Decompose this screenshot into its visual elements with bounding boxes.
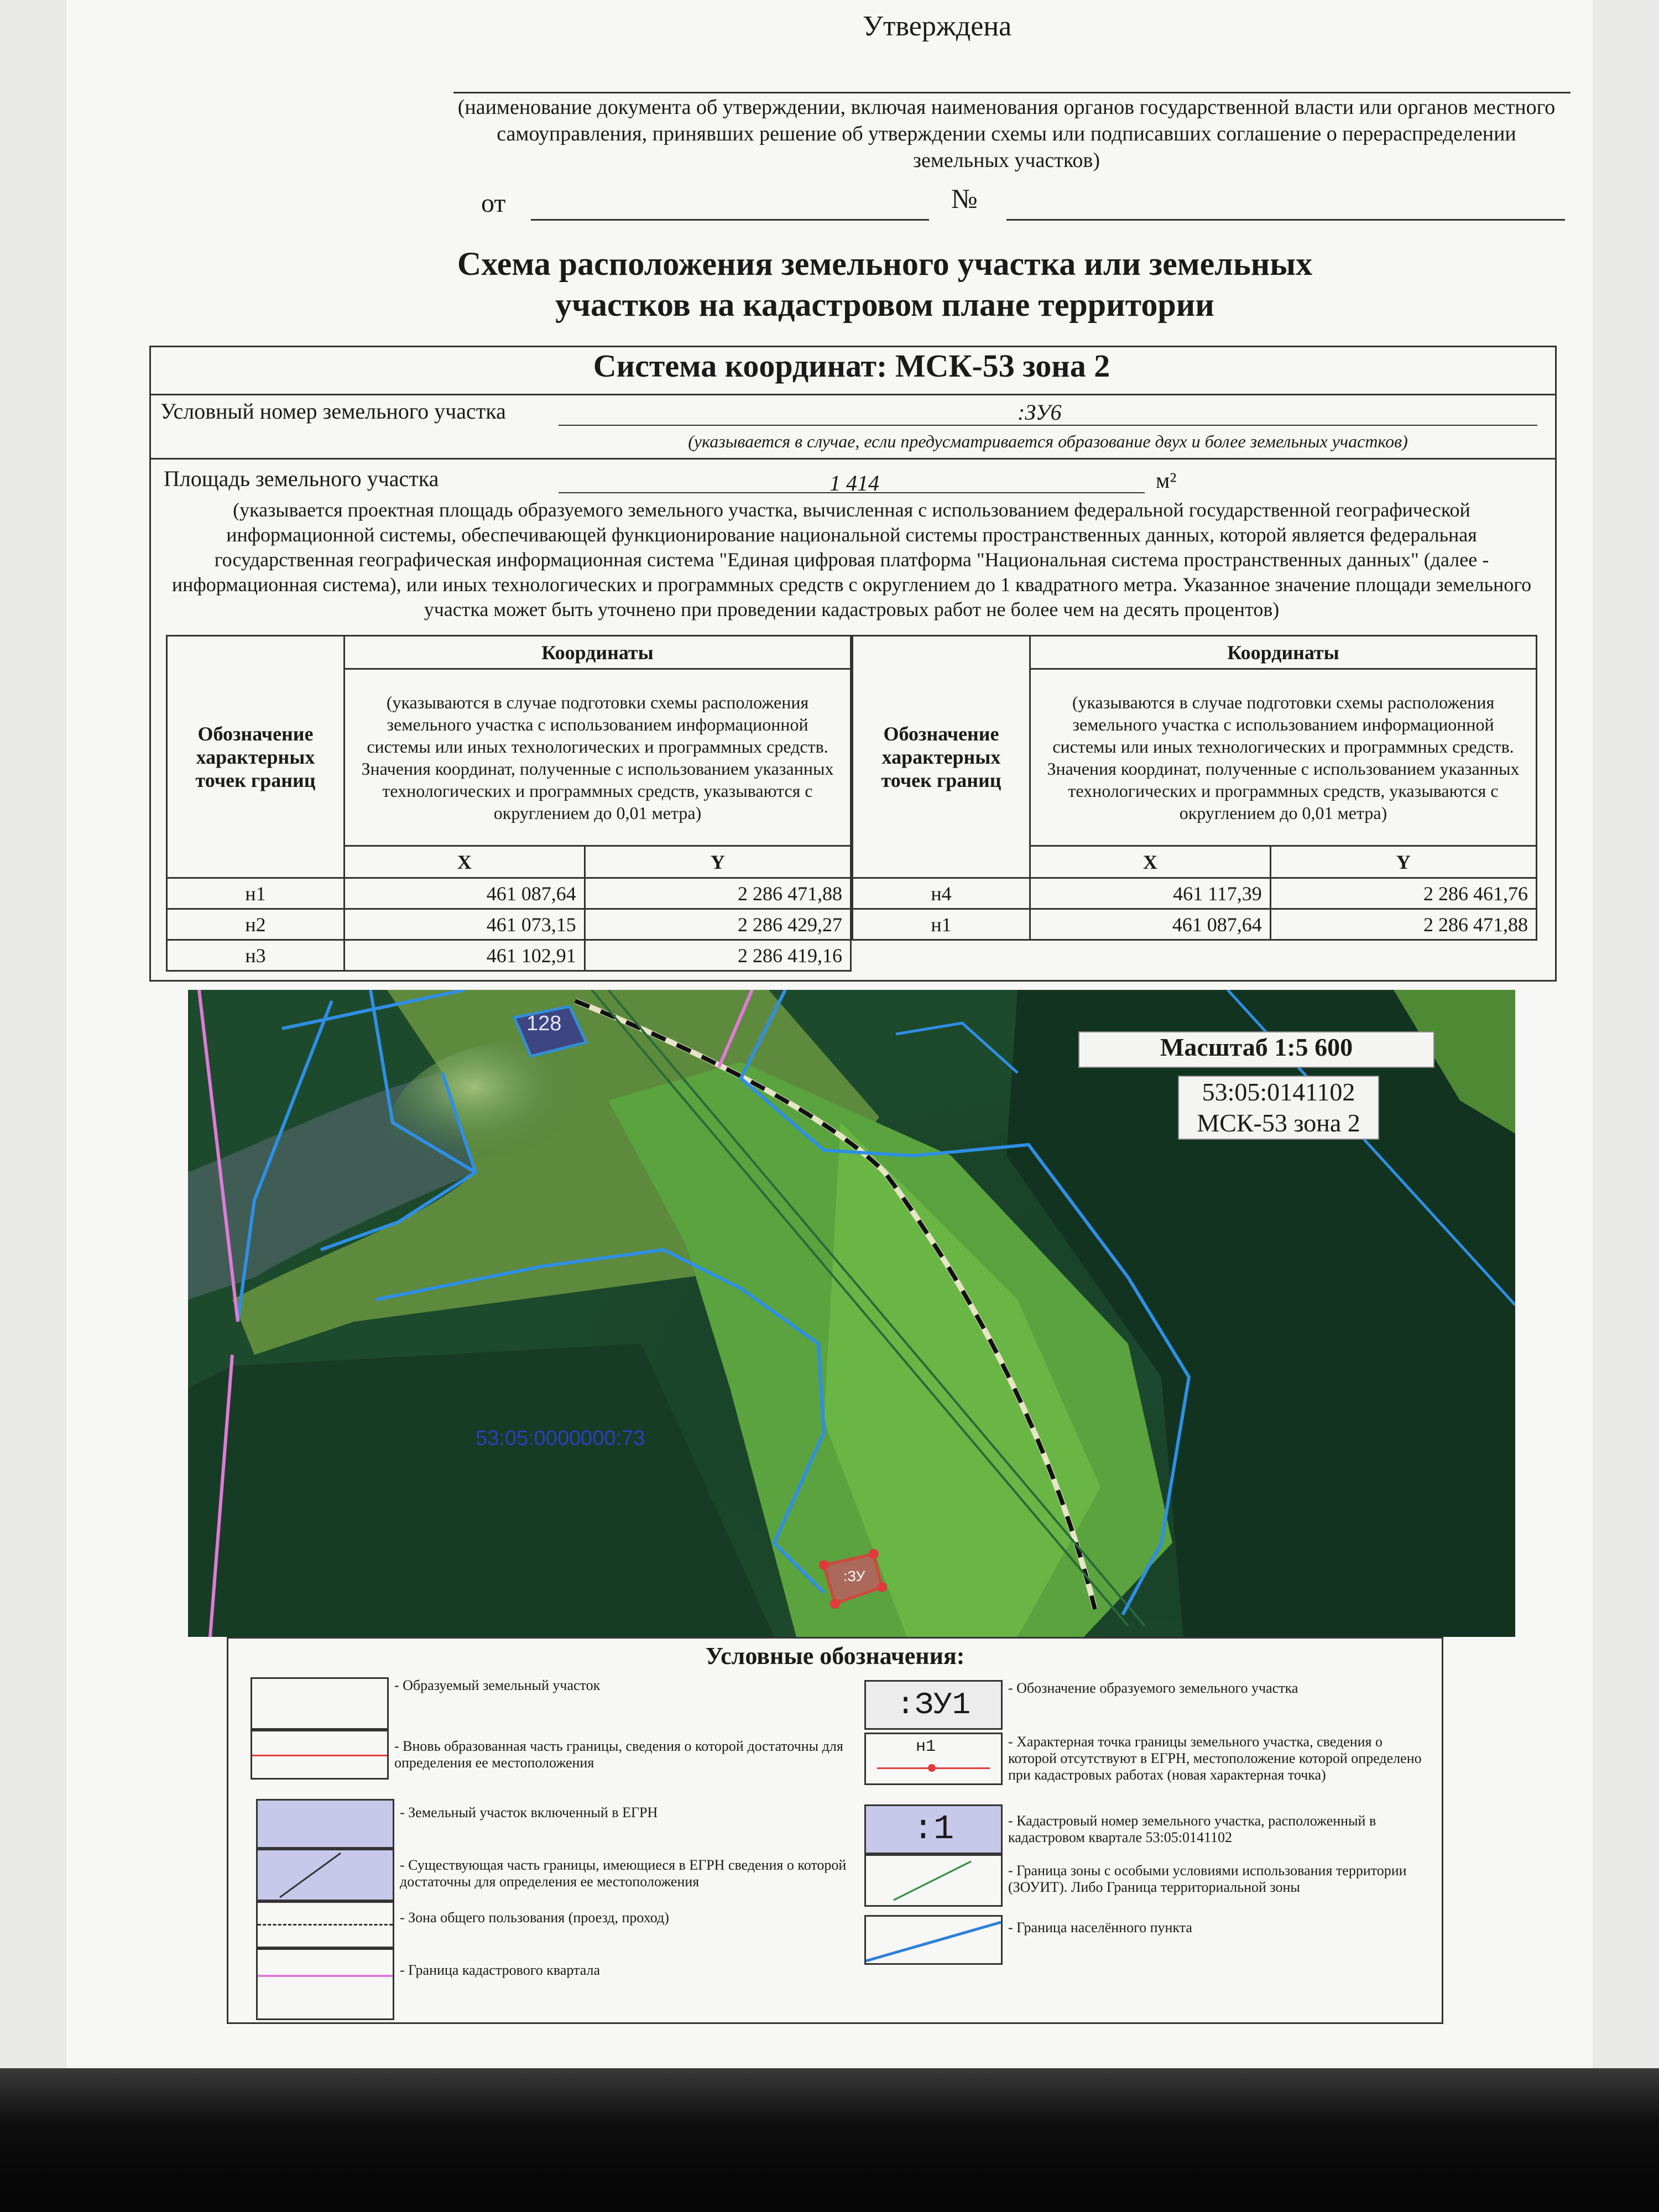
legend-swatch-egrn-parcel (256, 1799, 394, 1849)
legend-item: - Зона общего пользования (проезд, прохо… (400, 1910, 669, 1926)
area-note: (указывается проектная площадь образуемо… (171, 499, 1532, 620)
points-header: Обозначение характерных точек границ (166, 635, 345, 879)
legend-swatch-cadastral: :1 (864, 1804, 1003, 1854)
approved-label: Утверждена (863, 11, 1012, 42)
satellite-map: 128 53:05:0000000:73 :ЗУ Масштаб 1:5 600… (188, 990, 1515, 1637)
legend-item: - Кадастровый номер земельного участка, … (1008, 1813, 1376, 1845)
map-coord-system: МСК-53 зона 2 (1197, 1109, 1360, 1137)
date-line (531, 219, 929, 221)
table-row: н4 461 117,39 2 286 461,76 (852, 877, 1538, 910)
approval-doc-line (453, 92, 1571, 93)
parcel-code-label: 53:05:0000000:73 (476, 1427, 645, 1450)
parcel-number-label: Условный номер земельного участка (160, 399, 506, 424)
legend: Условные обозначения: - Образуемый земел… (227, 1637, 1443, 2024)
from-label: от (481, 189, 506, 218)
legend-item: - Земельный участок включенный в ЕГРН (400, 1804, 658, 1820)
coord-system-title: Система координат: МСК-53 зона 2 (593, 348, 1110, 384)
x-header: X (343, 845, 586, 879)
points-header: Обозначение характерных точек границ (852, 635, 1031, 879)
legend-item: - Характерная точка границы земельного у… (1008, 1734, 1422, 1783)
quarter-number: 53:05:0141102 (1202, 1078, 1355, 1106)
parcel-number-value: :ЗУ6 (1018, 400, 1062, 425)
monitor-bezel (0, 2068, 1659, 2212)
parcel-number-note: (указывается в случае, если предусматрив… (688, 431, 1408, 451)
zu-label: :ЗУ (843, 1568, 865, 1584)
table-row: н2 461 073,15 2 286 429,27 (166, 908, 852, 941)
legend-item: - Граница зоны с особыми условиями испол… (1008, 1863, 1407, 1895)
legend-item: - Существующая часть границы, имеющиеся … (400, 1857, 847, 1890)
legend-swatch-new-point: н1 (864, 1733, 1003, 1785)
legend-swatch-public-zone (256, 1901, 394, 1948)
table-row: н1 461 087,64 2 286 471,88 (166, 877, 852, 910)
legend-swatch-zouit (864, 1854, 1003, 1907)
coords-table-right: Обозначение характерных точек границ Коо… (852, 635, 1538, 941)
document-title: Схема расположения земельного участка ил… (457, 246, 1313, 323)
legend-title: Условные обозначения: (705, 1642, 965, 1670)
scale-label: Масштаб 1:5 600 (1078, 1031, 1434, 1068)
legend-item: - Граница населённого пункта (1008, 1919, 1192, 1936)
y-header: Y (1269, 845, 1538, 879)
table-row: н1 461 087,64 2 286 471,88 (852, 908, 1538, 941)
coords-header: Координаты (1029, 635, 1537, 670)
coords-note: (указываются в случае подготовки схемы р… (343, 668, 852, 847)
legend-swatch-settlement (864, 1915, 1003, 1965)
table-row: н3 461 102,91 2 286 419,16 (166, 939, 852, 972)
legend-swatch-new-boundary (251, 1730, 389, 1780)
area-label: Площадь земельного участка (164, 466, 439, 491)
y-header: Y (583, 845, 852, 879)
legend-item: - Граница кадастрового квартала (400, 1962, 600, 1978)
legend-item: - Обозначение образуемого земельного уча… (1008, 1680, 1298, 1696)
coords-note: (указываются в случае подготовки схемы р… (1029, 668, 1537, 847)
legend-swatch-existing-boundary (256, 1849, 394, 1901)
legend-item: - Образуемый земельный участок (394, 1677, 601, 1693)
parcel-128-label: 128 (526, 1012, 562, 1035)
coords-header: Координаты (343, 635, 852, 670)
x-header: X (1029, 845, 1271, 879)
number-label: № (951, 183, 978, 214)
legend-swatch-new-parcel (251, 1677, 389, 1730)
coords-table-left: Обозначение характерных точек границ Коо… (166, 635, 852, 972)
approval-doc-note: (наименование документа об утверждении, … (457, 96, 1556, 172)
map-info-box: 53:05:0141102 МСК-53 зона 2 (1178, 1076, 1379, 1140)
legend-item: - Вновь образованная часть границы, свед… (394, 1738, 843, 1771)
area-unit: м² (1156, 468, 1177, 493)
legend-swatch-quarter-boundary (256, 1948, 394, 2020)
number-line (1006, 219, 1565, 221)
legend-swatch-zu: :ЗУ1 (864, 1680, 1003, 1730)
